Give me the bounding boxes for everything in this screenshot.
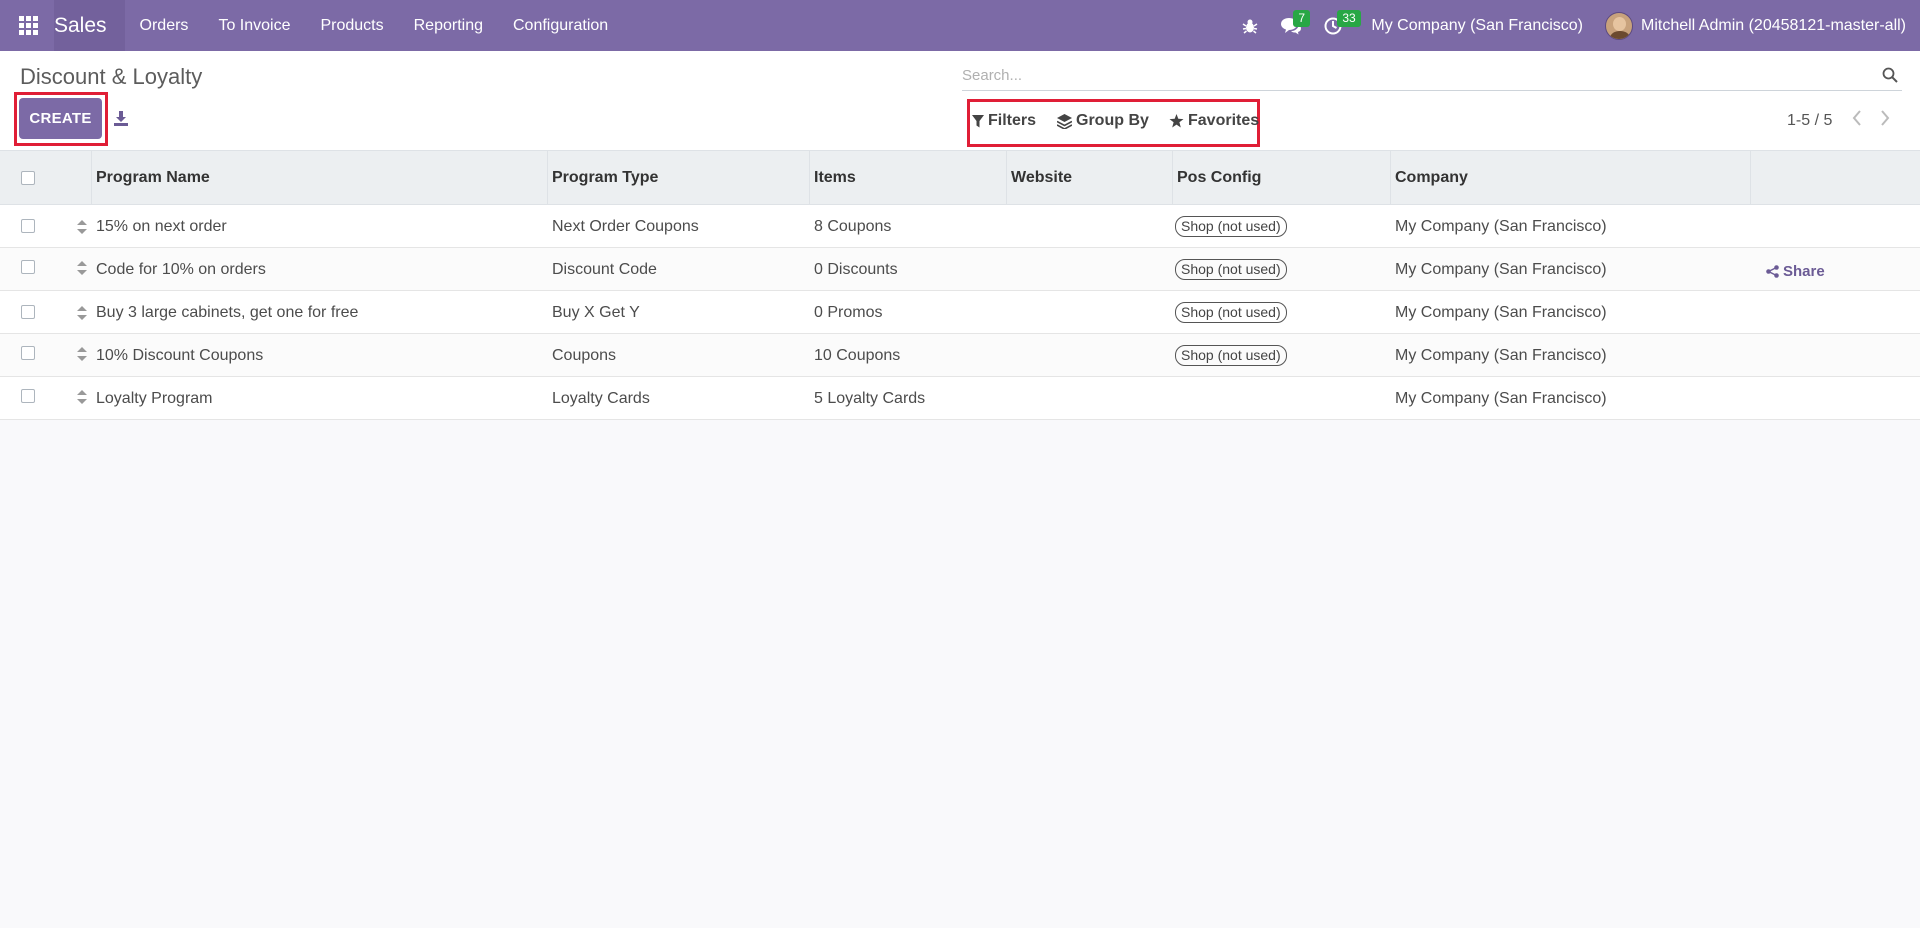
pager-previous-button[interactable] [1852,110,1862,131]
program-name: 15% on next order [96,217,227,235]
favorites-label: Favorites [1188,112,1260,129]
pager-value[interactable]: 1-5 / 5 [1787,112,1832,130]
bug-icon [1242,19,1258,34]
program-company: My Company (San Francisco) [1395,217,1607,235]
messages-button[interactable]: 7 [1269,0,1313,51]
download-icon [114,110,128,126]
program-type: Discount Code [552,260,657,278]
table-row[interactable]: 10% Discount Coupons Coupons 10 Coupons … [0,334,1920,377]
program-company: My Company (San Francisco) [1395,346,1607,364]
program-company: My Company (San Francisco) [1395,260,1607,278]
program-name: Code for 10% on orders [96,260,266,278]
column-program-name[interactable]: Program Name [92,151,548,205]
program-company: My Company (San Francisco) [1395,389,1607,407]
menu-reporting[interactable]: Reporting [399,0,498,51]
user-name: Mitchell Admin (20458121-master-all) [1641,16,1906,34]
program-type: Coupons [552,346,617,364]
table-row[interactable]: 15% on next order Next Order Coupons 8 C… [0,205,1920,248]
sort-handle-icon[interactable] [77,220,87,234]
sort-handle-icon[interactable] [77,390,87,404]
activities-count-badge: 33 [1337,10,1361,27]
select-all-checkbox[interactable] [21,171,35,185]
group-by-label: Group By [1076,112,1149,129]
table-header: Program Name Program Type Items Website … [0,151,1920,205]
user-menu[interactable]: Mitchell Admin (20458121-master-all) [1605,11,1920,40]
program-type: Loyalty Cards [552,389,650,407]
filters-button[interactable]: Filters [972,112,1036,130]
company-switcher[interactable]: My Company (San Francisco) [1353,17,1605,35]
row-checkbox[interactable] [21,389,35,403]
menu-configuration[interactable]: Configuration [498,0,623,51]
column-items[interactable]: Items [810,151,1007,205]
column-website[interactable]: Website [1007,151,1173,205]
top-navbar: Sales Orders To Invoice Products Reporti… [0,0,1920,51]
program-items: 0 Promos [814,303,883,321]
main-menu: Orders To Invoice Products Reporting Con… [125,0,624,51]
breadcrumb: Discount & Loyalty [20,64,203,89]
export-button[interactable] [112,108,130,128]
row-checkbox[interactable] [21,260,35,274]
pos-config-tag: Shop (not used) [1175,259,1287,280]
program-name: Buy 3 large cabinets, get one for free [96,303,359,321]
app-name: Sales [54,13,107,37]
program-items: 5 Loyalty Cards [814,389,926,407]
star-icon [1169,114,1184,128]
menu-to-invoice[interactable]: To Invoice [203,0,305,51]
layers-icon [1057,113,1072,129]
row-checkbox[interactable] [21,346,35,360]
search-input[interactable] [962,67,1862,84]
pager-next-button[interactable] [1880,110,1890,131]
program-items: 0 Discounts [814,260,898,278]
apps-grid-icon [18,16,38,35]
share-label: Share [1783,263,1825,280]
share-icon [1766,265,1779,278]
filter-icon [972,114,984,127]
messages-count-badge: 7 [1293,10,1311,27]
search-icon[interactable] [1882,67,1898,83]
app-brand[interactable]: Sales [54,0,125,51]
create-button[interactable]: CREATE [19,98,102,139]
share-button[interactable]: Share [1766,263,1825,280]
program-items: 8 Coupons [814,217,892,235]
pos-config-tag: Shop (not used) [1175,216,1287,237]
avatar [1605,11,1633,40]
program-type: Buy X Get Y [552,303,640,321]
menu-products[interactable]: Products [305,0,398,51]
control-panel: Discount & Loyalty CREATE Filters Group … [0,51,1920,151]
column-program-type[interactable]: Program Type [548,151,810,205]
group-by-button[interactable]: Group By [1057,112,1149,130]
navbar-systray: 7 33 My Company (San Francisco) Mitchell… [1231,0,1920,51]
program-name: 10% Discount Coupons [96,346,264,364]
table-row[interactable]: Loyalty Program Loyalty Cards 5 Loyalty … [0,377,1920,420]
activities-button[interactable]: 33 [1313,0,1361,51]
search-bar [962,61,1902,91]
row-checkbox[interactable] [21,305,35,319]
sort-handle-icon[interactable] [77,261,87,275]
table-row[interactable]: Buy 3 large cabinets, get one for free B… [0,291,1920,334]
column-company[interactable]: Company [1391,151,1751,205]
pos-config-tag: Shop (not used) [1175,345,1287,366]
chevron-right-icon [1881,110,1890,126]
row-checkbox[interactable] [21,219,35,233]
column-pos-config[interactable]: Pos Config [1173,151,1391,205]
menu-orders[interactable]: Orders [125,0,204,51]
chevron-left-icon [1852,110,1861,126]
debug-button[interactable] [1231,0,1269,51]
sort-handle-icon[interactable] [77,306,87,320]
filters-label: Filters [988,112,1037,129]
program-items: 10 Coupons [814,346,901,364]
program-company: My Company (San Francisco) [1395,303,1607,321]
pos-config-tag: Shop (not used) [1175,302,1287,323]
apps-menu-button[interactable] [0,0,56,51]
programs-table: Program Name Program Type Items Website … [0,151,1920,420]
table-row[interactable]: Code for 10% on orders Discount Code 0 D… [0,248,1920,291]
sort-handle-icon[interactable] [77,347,87,361]
program-type: Next Order Coupons [552,217,699,235]
program-name: Loyalty Program [96,389,213,407]
favorites-button[interactable]: Favorites [1169,112,1259,130]
column-handle [50,151,92,205]
